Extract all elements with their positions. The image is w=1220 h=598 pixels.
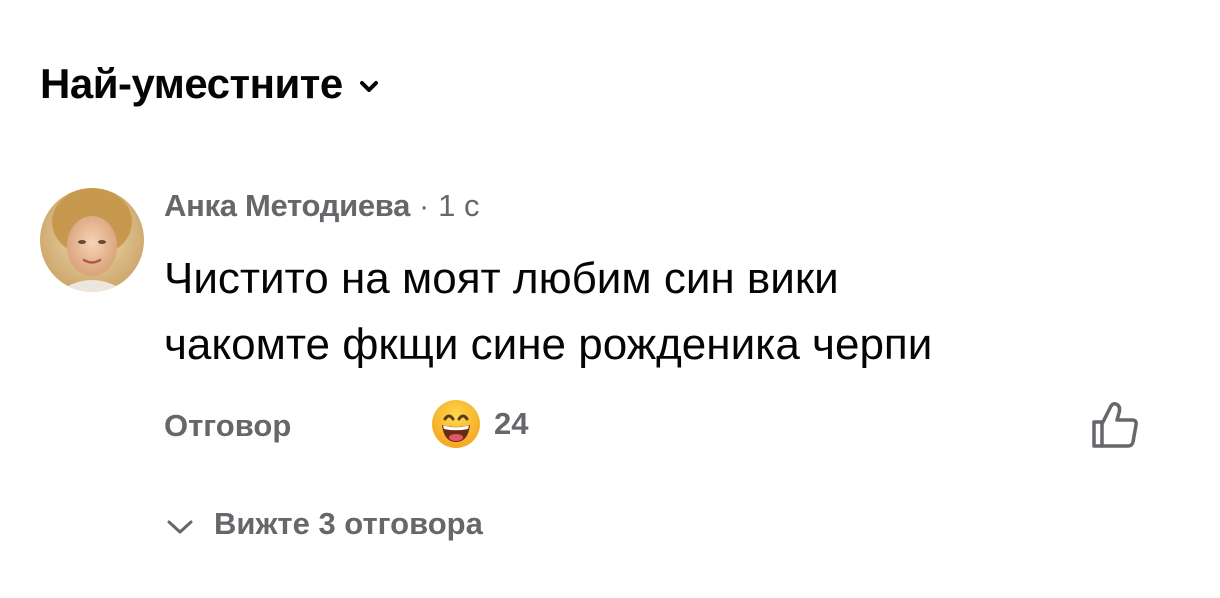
- chevron-down-icon: [167, 520, 193, 534]
- comment-text-line: Чистито на моят любим син вики: [164, 254, 839, 303]
- reaction-summary[interactable]: 24: [430, 398, 528, 450]
- thumbs-up-icon[interactable]: [1090, 400, 1140, 450]
- comment-actions: Отговор 24: [164, 398, 1154, 458]
- sort-dropdown[interactable]: Най-уместните: [40, 60, 379, 108]
- chevron-down-icon: [359, 81, 378, 92]
- meta-separator: ·: [419, 190, 430, 223]
- comment-timestamp[interactable]: 1 с: [438, 188, 479, 224]
- avatar[interactable]: [40, 188, 144, 292]
- comment: Анка Методиева · 1 с Чистито на моят люб…: [164, 188, 1164, 378]
- comment-author[interactable]: Анка Методиева: [164, 188, 410, 224]
- sort-label: Най-уместните: [40, 60, 343, 107]
- reply-button[interactable]: Отговор: [164, 408, 291, 444]
- reaction-count: 24: [494, 406, 529, 441]
- grinning-face-icon: [432, 400, 480, 448]
- comment-meta: Анка Методиева · 1 с: [164, 188, 1164, 232]
- view-replies-button[interactable]: Вижте 3 отговора: [166, 506, 483, 542]
- view-replies-label: Вижте 3 отговора: [214, 506, 483, 541]
- comment-text-line: чакомте фкщи сине рожденика черпи: [164, 320, 933, 369]
- user-avatar-image: [40, 188, 144, 292]
